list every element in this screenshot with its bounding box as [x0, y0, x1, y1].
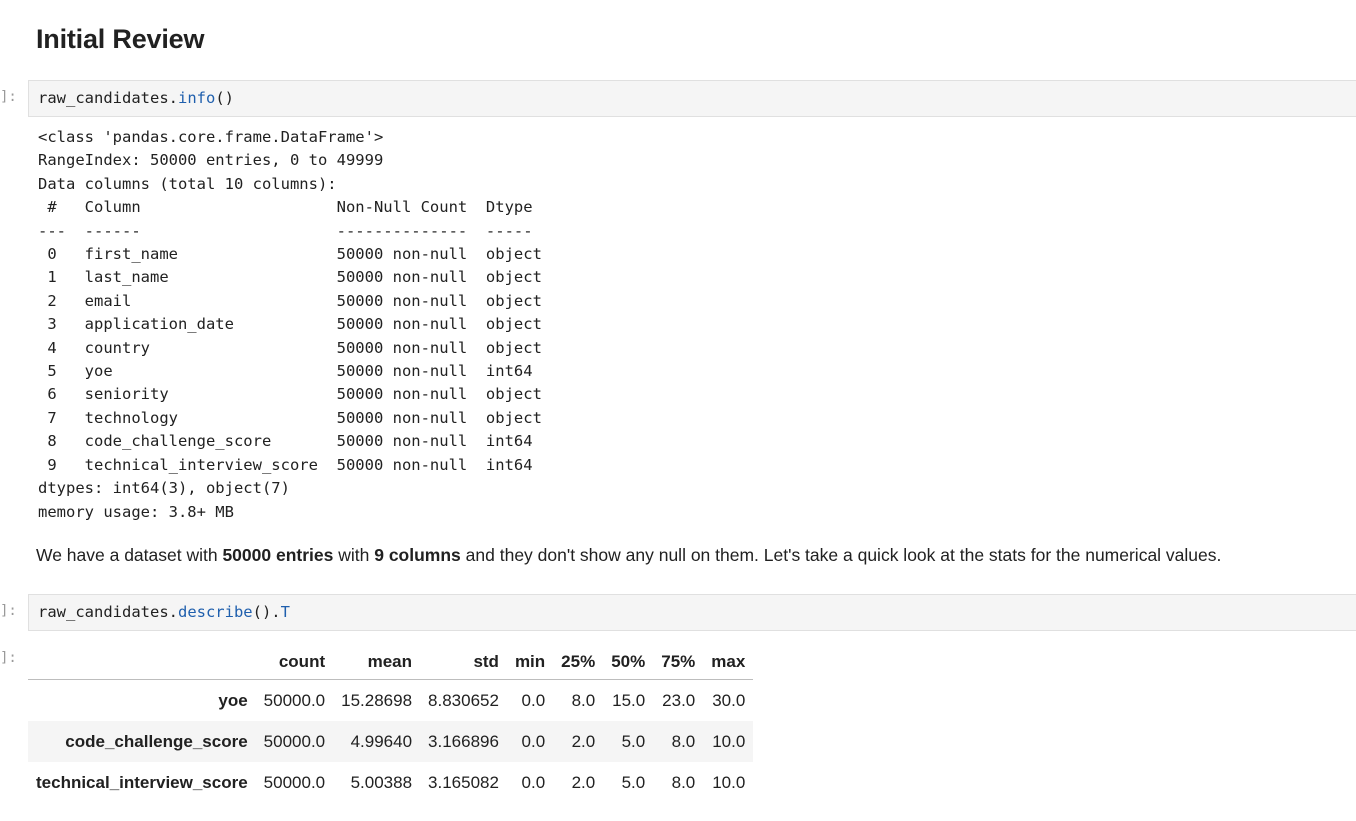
md-text: with	[333, 545, 375, 565]
output-line: 9 technical_interview_score 50000 non-nu…	[38, 455, 542, 474]
table-cell: 3.166896	[428, 731, 499, 751]
table-cell: 8.830652	[428, 690, 499, 710]
column-header: max	[703, 645, 754, 680]
table-body: yoe 50000.0 15.28698 8.830652 0.0 8.0 15.0 23.0…	[28, 679, 754, 803]
output-line: 6 seniority 50000 non-null object	[38, 385, 542, 404]
code-parens: ().	[252, 603, 281, 621]
table-cell: 23.0	[662, 690, 696, 710]
table-cell: 2.0	[571, 731, 596, 751]
column-header: min	[506, 645, 554, 680]
code-parens: ()	[215, 89, 234, 107]
output-line: <class 'pandas.core.frame.DataFrame'>	[38, 128, 384, 146]
table-cell: 50000.0	[263, 731, 326, 751]
table-cell: 50000.0	[263, 772, 326, 792]
md-text: We have a dataset with	[36, 545, 223, 565]
output-line: # Column Non-Null Count Dtype	[38, 198, 542, 217]
output-line: 1 last_name 50000 non-null object	[38, 268, 542, 287]
output-line: RangeIndex: 50000 entries, 0 to 49999	[38, 151, 384, 170]
table-corner	[28, 645, 256, 680]
table-row: yoe 50000.0 15.28698 8.830652 0.0 8.0 15.0 23.0…	[28, 679, 754, 721]
output-prompt: ]:	[0, 650, 17, 666]
code-object: raw_candidates.	[38, 89, 178, 107]
describe-table: count mean std min 25% 50% 75% max yoe 50000.0 15…	[28, 645, 754, 803]
column-header: std	[420, 645, 507, 680]
markdown-paragraph: We have a dataset with 50000 entries wit…	[36, 543, 1221, 567]
output-line: 0 first_name 50000 non-null object	[38, 245, 542, 264]
code-function: info	[177, 89, 216, 107]
table-cell: 8.0	[671, 731, 696, 751]
column-header: 75%	[653, 645, 704, 680]
table-cell: 4.99640	[350, 731, 413, 751]
table-cell: 10.0	[712, 772, 746, 792]
table-cell: 15.0	[612, 690, 646, 710]
output-line: 3 application_date 50000 non-null object	[38, 315, 542, 334]
table-cell: 0.0	[521, 690, 546, 710]
table-cell: 2.0	[571, 772, 596, 792]
code-cell-describe[interactable]: raw_candidates.describe().T	[28, 594, 1356, 631]
section-heading: Initial Review	[36, 24, 205, 54]
table-cell: 5.00388	[350, 772, 413, 792]
code-object: raw_candidates.	[38, 603, 178, 621]
output-line: dtypes: int64(3), object(7)	[38, 479, 290, 498]
column-header: mean	[333, 645, 421, 680]
table-header-row: count mean std min 25% 50% 75% max	[28, 645, 754, 680]
cell-prompt: ]:	[0, 603, 17, 619]
md-bold-entries: 50000 entries	[222, 545, 334, 565]
code-cell-info[interactable]: raw_candidates.info()	[28, 80, 1356, 117]
table-row: technical_interview_score 50000.0 5.00388 3…	[28, 762, 754, 803]
output-line: 8 code_challenge_score 50000 non-null in…	[38, 432, 542, 451]
info-output: <class 'pandas.core.frame.DataFrame'> Ra…	[38, 126, 542, 524]
row-index: code_challenge_score	[65, 731, 248, 751]
code-function: describe	[177, 603, 253, 621]
output-line: 4 country 50000 non-null object	[38, 338, 542, 357]
code-attribute: T	[280, 603, 290, 621]
table-cell: 50000.0	[263, 690, 326, 710]
row-index: technical_interview_score	[36, 772, 248, 792]
row-index: yoe	[218, 690, 248, 710]
table-cell: 0.0	[521, 731, 546, 751]
table-cell: 5.0	[621, 772, 646, 792]
table-cell: 15.28698	[341, 690, 413, 710]
cell-prompt: ]:	[0, 89, 17, 105]
table-cell: 0.0	[521, 772, 546, 792]
output-line: Data columns (total 10 columns):	[38, 174, 337, 193]
output-line: 2 email 50000 non-null object	[38, 291, 542, 310]
table-cell: 30.0	[712, 690, 746, 710]
table-cell: 5.0	[621, 731, 646, 751]
table-cell: 3.165082	[428, 772, 499, 792]
table-cell: 8.0	[571, 690, 596, 710]
table-row: code_challenge_score 50000.0 4.99640 3.1668…	[28, 721, 754, 762]
output-line: 7 technology 50000 non-null object	[38, 408, 542, 427]
md-bold-columns: 9 columns	[374, 545, 461, 565]
output-line: --- ------ -------------- -----	[38, 221, 542, 240]
output-line: 5 yoe 50000 non-null int64	[38, 362, 542, 381]
table-cell: 10.0	[712, 731, 746, 751]
column-header: count	[255, 645, 334, 680]
md-text: and they don't show any null on them. Le…	[460, 545, 1222, 565]
column-header: 50%	[603, 645, 654, 680]
column-header: 25%	[553, 645, 604, 680]
table-cell: 8.0	[671, 772, 696, 792]
output-line: memory usage: 3.8+ MB	[38, 502, 234, 521]
